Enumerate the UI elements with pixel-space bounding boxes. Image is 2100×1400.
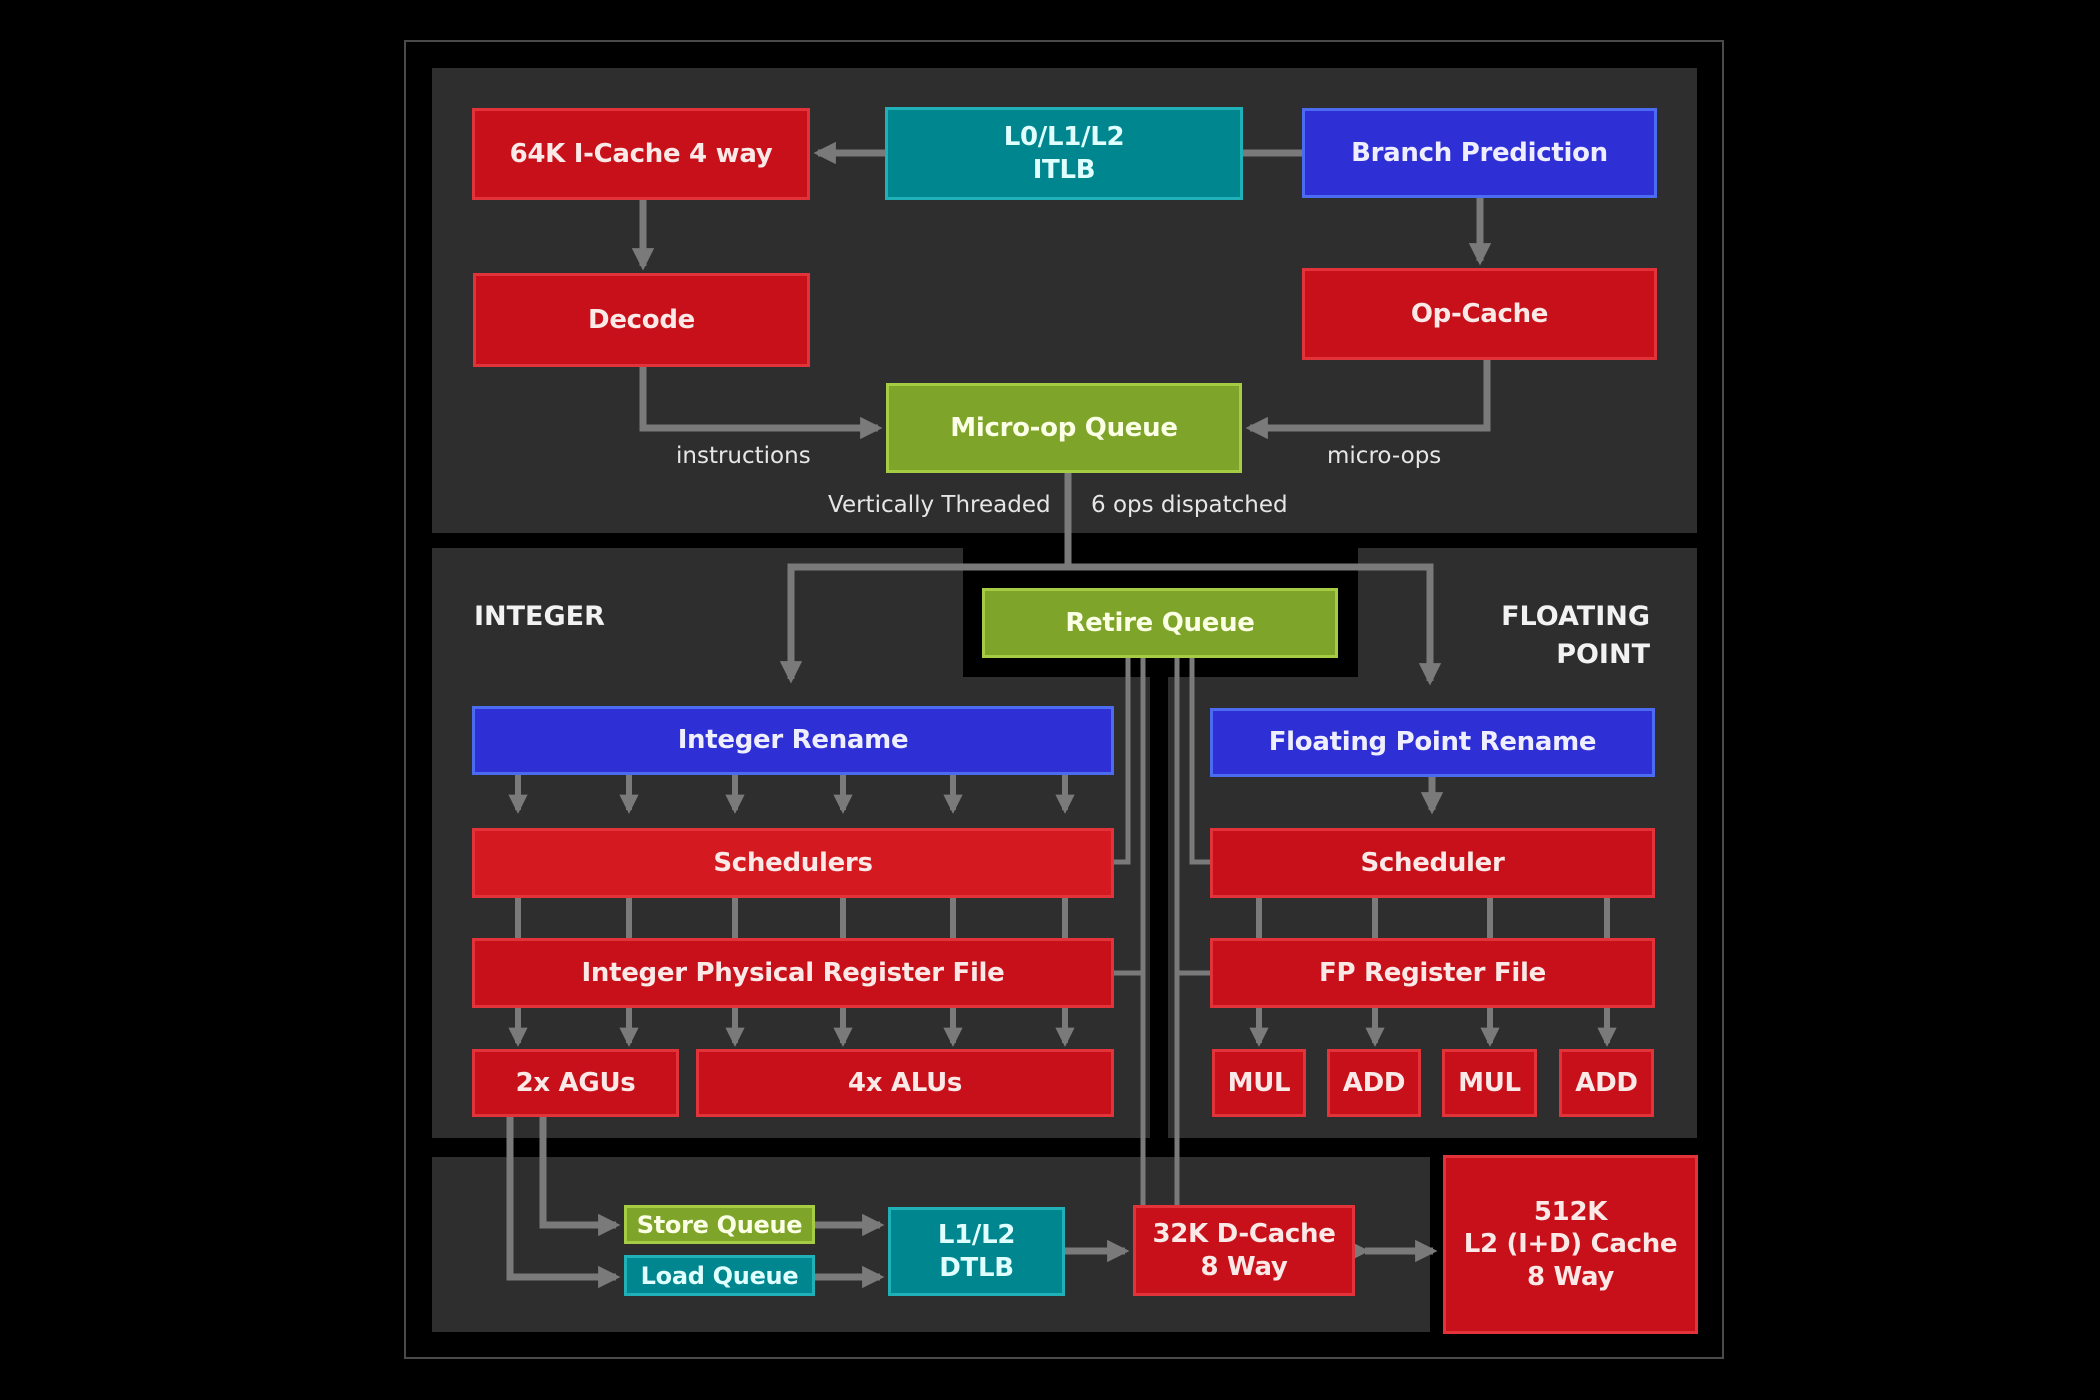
l2-cache-box: 512K L2 (I+D) Cache 8 Way bbox=[1443, 1155, 1698, 1334]
fp-scheduler-box: Scheduler bbox=[1210, 828, 1655, 898]
fp-unit-mul-1: MUL bbox=[1212, 1049, 1306, 1117]
alus-box: 4x ALUs bbox=[696, 1049, 1114, 1117]
connection-wires bbox=[506, 141, 1617, 1289]
integer-rename-box: Integer Rename bbox=[472, 706, 1114, 775]
agus-box: 2x AGUs bbox=[472, 1049, 679, 1117]
fp-section-title: FLOATING POINT bbox=[1501, 601, 1650, 670]
icache-box: 64K I-Cache 4 way bbox=[472, 108, 810, 200]
fp-unit-add-2: ADD bbox=[1559, 1049, 1654, 1117]
fp-register-file-box: FP Register File bbox=[1210, 938, 1655, 1008]
fp-unit-mul-2: MUL bbox=[1442, 1049, 1537, 1117]
op-cache-box: Op-Cache bbox=[1302, 268, 1657, 360]
fp-register-arrows bbox=[1249, 1008, 1617, 1047]
integer-scheduler-links bbox=[515, 898, 1068, 938]
integer-section-title: INTEGER bbox=[474, 601, 605, 632]
dtlb-box: L1/L2 DTLB bbox=[888, 1207, 1065, 1296]
instructions-label: instructions bbox=[676, 443, 811, 469]
dcache-box: 32K D-Cache 8 Way bbox=[1133, 1205, 1355, 1296]
integer-register-file-box: Integer Physical Register File bbox=[472, 938, 1114, 1008]
integer-schedulers-box: Schedulers bbox=[472, 828, 1114, 898]
wire-agu-to-store bbox=[539, 1117, 621, 1237]
branch-prediction-box: Branch Prediction bbox=[1302, 108, 1657, 198]
retire-queue-links bbox=[1114, 658, 1210, 1205]
wire-opcache-to-microop bbox=[1245, 360, 1491, 440]
load-queue-box: Load Queue bbox=[624, 1255, 815, 1296]
micro-ops-label: micro-ops bbox=[1327, 443, 1442, 469]
integer-prf-arrows bbox=[508, 1008, 1075, 1047]
wire-agu-to-load bbox=[506, 1117, 621, 1289]
fp-scheduler-links bbox=[1256, 898, 1610, 938]
retire-queue-box: Retire Queue bbox=[982, 588, 1338, 658]
ops-dispatched-label: 6 ops dispatched bbox=[1091, 492, 1288, 518]
wire-decode-to-microop bbox=[639, 367, 883, 440]
fp-rename-box: Floating Point Rename bbox=[1210, 708, 1655, 777]
decode-box: Decode bbox=[473, 273, 810, 367]
vertically-threaded-label: Vertically Threaded bbox=[828, 492, 1051, 518]
fp-unit-add-1: ADD bbox=[1327, 1049, 1421, 1117]
itlb-box: L0/L1/L2 ITLB bbox=[885, 107, 1243, 200]
micro-op-queue-box: Micro-op Queue bbox=[886, 383, 1242, 473]
integer-rename-arrows bbox=[508, 775, 1075, 814]
store-queue-box: Store Queue bbox=[624, 1205, 815, 1244]
